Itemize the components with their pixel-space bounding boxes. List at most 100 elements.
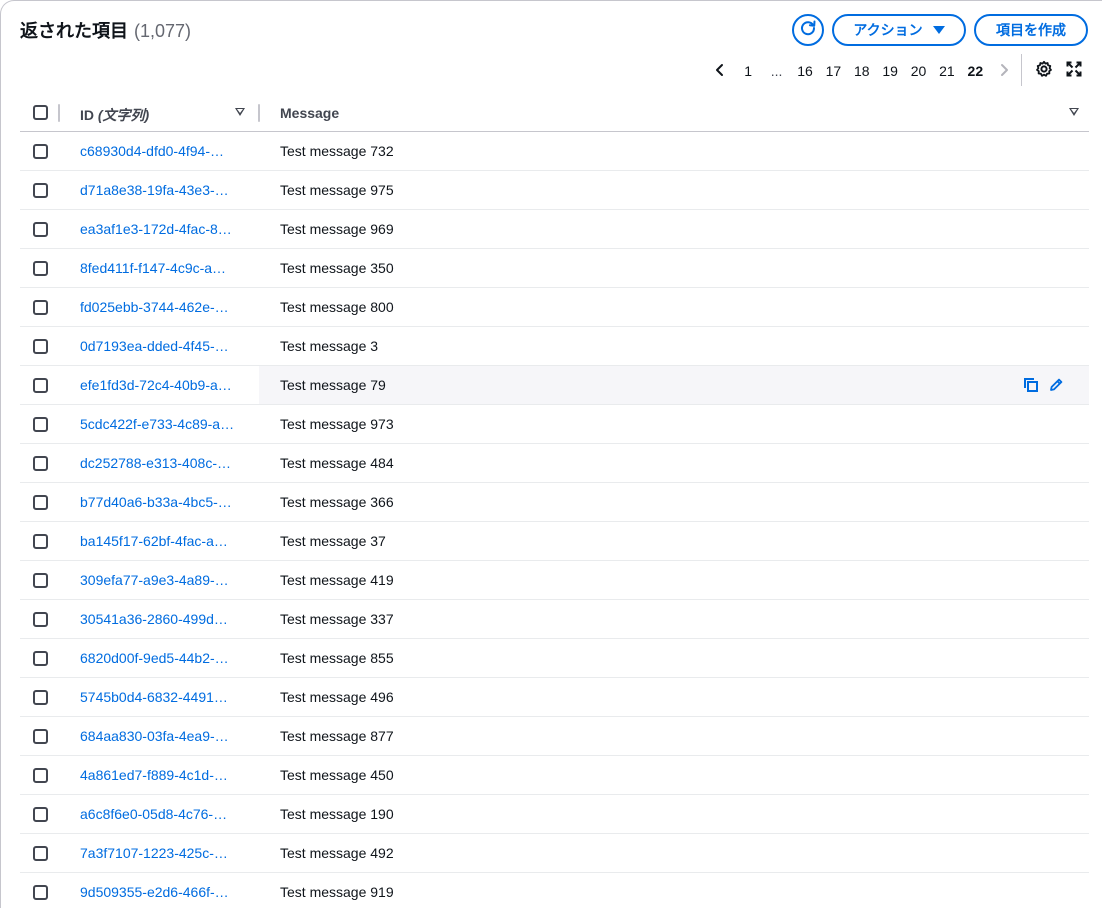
page-19[interactable]: 19 <box>876 63 904 79</box>
item-id-link[interactable]: a6c8f6e0-05d8-4c76-… <box>80 806 240 822</box>
chevron-left-icon <box>714 63 726 80</box>
table-header: ID (文字列) Message <box>20 93 1089 132</box>
copy-icon[interactable] <box>1022 376 1040 394</box>
row-select-checkbox[interactable] <box>33 183 48 198</box>
column-resize-handle[interactable] <box>258 104 260 122</box>
pencil-icon[interactable] <box>1047 376 1065 394</box>
create-item-button[interactable]: 項目を作成 <box>974 14 1088 46</box>
table-row: 7a3f7107-1223-425c-… Test message 492 <box>20 834 1089 873</box>
item-id-link[interactable]: 9d509355-e2d6-466f-… <box>80 884 240 900</box>
item-id-link[interactable]: 4a861ed7-f889-4c1d-… <box>80 767 240 783</box>
row-select-checkbox[interactable] <box>33 339 48 354</box>
refresh-button[interactable] <box>792 14 824 46</box>
item-id-link[interactable]: dc252788-e313-408c-… <box>80 455 240 471</box>
row-select-checkbox[interactable] <box>33 261 48 276</box>
row-select-checkbox[interactable] <box>33 144 48 159</box>
item-id-link[interactable]: ea3af1e3-172d-4fac-8… <box>80 221 240 237</box>
column-header-id-type: (文字列) <box>97 107 150 123</box>
sort-icon[interactable] <box>1069 108 1079 116</box>
message-cell: Test message 419 <box>280 572 394 588</box>
row-select-checkbox[interactable] <box>33 573 48 588</box>
page-18[interactable]: 18 <box>848 63 876 79</box>
page-title: 返された項目 (1,077) <box>20 17 191 43</box>
item-id-link[interactable]: 0d7193ea-dded-4f45-… <box>80 338 240 354</box>
item-id-link[interactable]: fd025ebb-3744-462e-… <box>80 299 240 315</box>
message-cell: Test message 969 <box>280 221 394 237</box>
page-21[interactable]: 21 <box>933 63 961 79</box>
page-17[interactable]: 17 <box>819 63 847 79</box>
preferences-button[interactable] <box>1034 60 1054 83</box>
message-cell: Test message 492 <box>280 845 394 861</box>
item-id-link[interactable]: b77d40a6-b33a-4bc5-… <box>80 494 240 510</box>
message-cell: Test message 800 <box>280 299 394 315</box>
select-all-checkbox[interactable] <box>33 105 48 120</box>
row-select-checkbox[interactable] <box>33 378 48 393</box>
item-id-link[interactable]: 309efa77-a9e3-4a89-… <box>80 572 240 588</box>
row-select-checkbox[interactable] <box>33 300 48 315</box>
row-select-checkbox[interactable] <box>33 690 48 705</box>
column-header-id-label: ID <box>80 107 94 123</box>
table-row: b77d40a6-b33a-4bc5-… Test message 366 <box>20 483 1089 522</box>
column-header-message[interactable]: Message <box>280 105 339 121</box>
table-row: 5cdc422f-e733-4c89-a… Test message 973 <box>20 405 1089 444</box>
message-cell: Test message 975 <box>280 182 394 198</box>
message-cell: Test message 732 <box>280 143 394 159</box>
table-row: ba145f17-62bf-4fac-a… Test message 37 <box>20 522 1089 561</box>
gear-icon <box>1035 60 1053 83</box>
item-id-link[interactable]: 8fed411f-f147-4c9c-a… <box>80 260 240 276</box>
actions-dropdown-button[interactable]: アクション <box>832 14 966 46</box>
row-select-checkbox[interactable] <box>33 456 48 471</box>
item-id-link[interactable]: ba145f17-62bf-4fac-a… <box>80 533 240 549</box>
item-id-link[interactable]: 6820d00f-9ed5-44b2-… <box>80 650 240 666</box>
item-id-link[interactable]: 684aa830-03fa-4ea9-… <box>80 728 240 744</box>
row-select-checkbox[interactable] <box>33 612 48 627</box>
item-id-link[interactable]: 7a3f7107-1223-425c-… <box>80 845 240 861</box>
row-select-checkbox[interactable] <box>33 651 48 666</box>
message-cell: Test message 877 <box>280 728 394 744</box>
toolbar-divider <box>1021 54 1022 86</box>
message-cell: Test message 450 <box>280 767 394 783</box>
row-select-checkbox[interactable] <box>33 417 48 432</box>
item-id-link[interactable]: 5cdc422f-e733-4c89-a… <box>80 416 240 432</box>
table-row: 8fed411f-f147-4c9c-a… Test message 350 <box>20 249 1089 288</box>
previous-page-button[interactable] <box>706 63 734 80</box>
page-20[interactable]: 20 <box>904 63 932 79</box>
item-id-link[interactable]: d71a8e38-19fa-43e3-… <box>80 182 240 198</box>
table-row: 684aa830-03fa-4ea9-… Test message 877 <box>20 717 1089 756</box>
page-1[interactable]: 1 <box>734 63 762 79</box>
item-id-link[interactable]: efe1fd3d-72c4-40b9-a… <box>80 377 240 393</box>
table-row: 309efa77-a9e3-4a89-… Test message 419 <box>20 561 1089 600</box>
column-divider <box>58 104 60 122</box>
row-select-checkbox[interactable] <box>33 807 48 822</box>
row-select-checkbox[interactable] <box>33 846 48 861</box>
item-id-link[interactable]: c68930d4-dfd0-4f94-… <box>80 143 240 159</box>
sort-icon[interactable] <box>235 108 245 116</box>
row-select-checkbox[interactable] <box>33 495 48 510</box>
message-cell: Test message 350 <box>280 260 394 276</box>
page-16[interactable]: 16 <box>791 63 819 79</box>
item-id-link[interactable]: 30541a36-2860-499d… <box>80 611 240 627</box>
table-row: a6c8f6e0-05d8-4c76-… Test message 190 <box>20 795 1089 834</box>
row-select-checkbox[interactable] <box>33 768 48 783</box>
message-cell: Test message 3 <box>280 338 379 354</box>
message-cell: Test message 37 <box>280 533 386 549</box>
table-row: 6820d00f-9ed5-44b2-… Test message 855 <box>20 639 1089 678</box>
next-page-button[interactable] <box>990 63 1018 80</box>
items-panel: 返された項目 (1,077) アクション 項目を作成 1 ... 16 17 18… <box>0 0 1102 908</box>
fullscreen-icon <box>1066 61 1082 82</box>
page-22-current[interactable]: 22 <box>961 63 989 79</box>
row-select-checkbox[interactable] <box>33 729 48 744</box>
items-table: ID (文字列) Message c68930d4-dfd0-4f94-… Tes… <box>20 93 1089 908</box>
table-row: 0d7193ea-dded-4f45-… Test message 3 <box>20 327 1089 366</box>
page-ellipsis: ... <box>770 63 783 79</box>
chevron-right-icon <box>998 63 1010 80</box>
item-id-link[interactable]: 5745b0d4-6832-4491… <box>80 689 240 705</box>
message-cell: Test message 973 <box>280 416 394 432</box>
fullscreen-button[interactable] <box>1064 61 1084 81</box>
row-select-checkbox[interactable] <box>33 222 48 237</box>
table-row: 30541a36-2860-499d… Test message 337 <box>20 600 1089 639</box>
column-header-id[interactable]: ID (文字列) <box>80 105 149 125</box>
row-select-checkbox[interactable] <box>33 885 48 900</box>
row-select-checkbox[interactable] <box>33 534 48 549</box>
table-row: ea3af1e3-172d-4fac-8… Test message 969 <box>20 210 1089 249</box>
